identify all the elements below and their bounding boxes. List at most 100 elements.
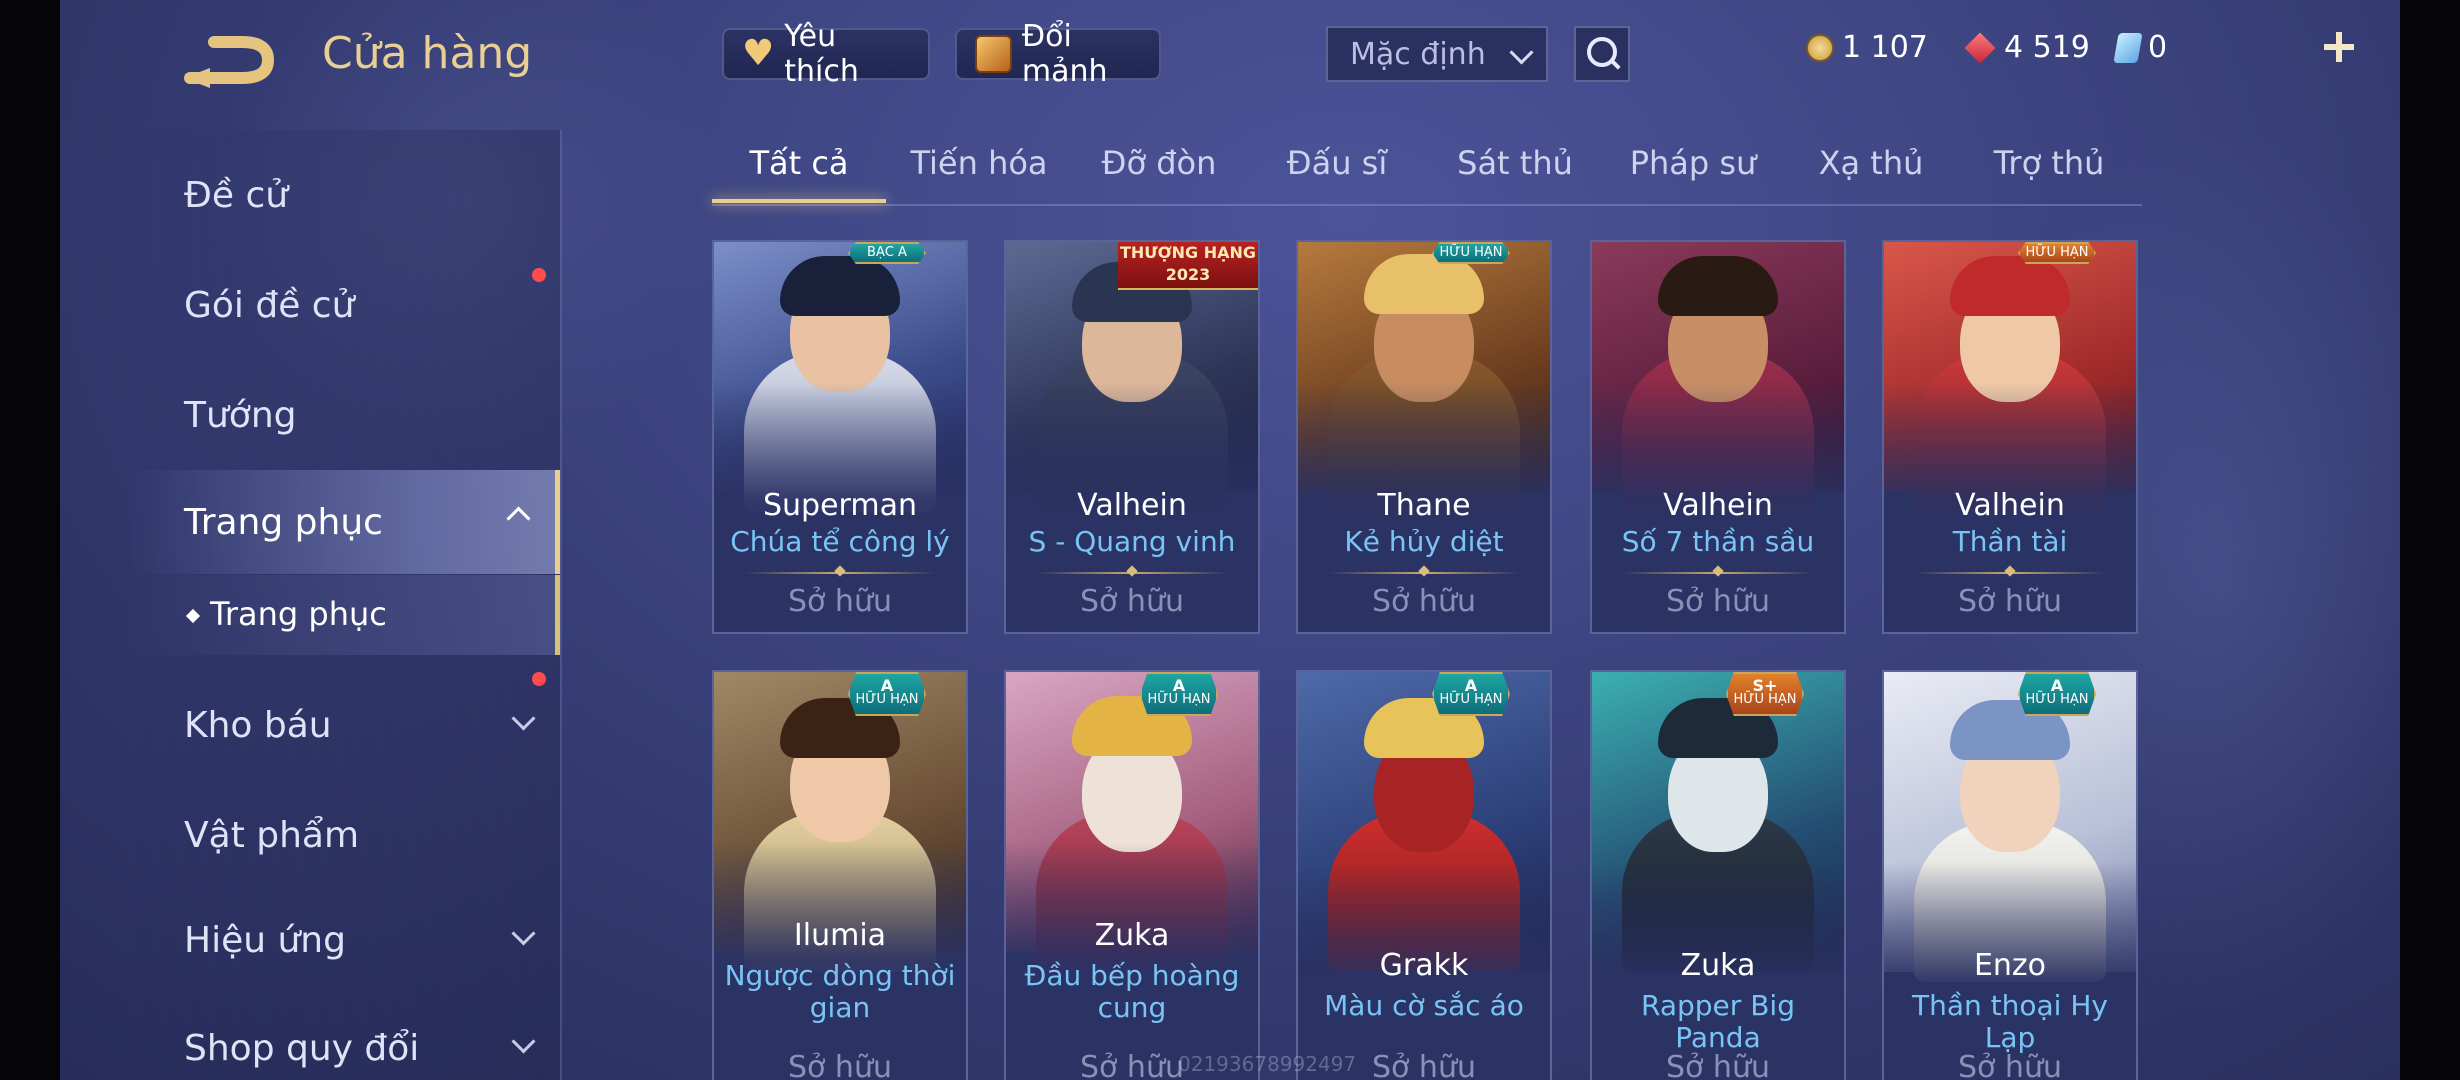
sidebar-item-label: Tướng	[184, 394, 297, 436]
exchange-label: Đổi mảnh	[1021, 19, 1108, 89]
divider	[744, 572, 936, 574]
back-button[interactable]	[180, 30, 280, 90]
shard-chest-icon	[975, 35, 1012, 73]
skin-card[interactable]: THƯỢNG HẠNG 2023 Valhein S - Quang vinh S…	[1004, 240, 1260, 634]
voucher-icon	[2113, 32, 2143, 63]
divider	[1914, 572, 2106, 574]
favorites-button[interactable]: ♥ Yêu thích	[722, 19, 930, 89]
sidebar-item-heroes[interactable]: Tướng	[128, 370, 560, 460]
back-arrow-icon	[184, 36, 275, 88]
tab-evolution[interactable]: Tiến hóa	[892, 144, 1066, 200]
skin-name: Rapper Big Panda	[1641, 989, 1795, 1054]
skin-name: Kẻ hủy diệt	[1344, 525, 1504, 558]
hero-name: Thane	[1377, 488, 1471, 523]
gold-value: 1 107	[1842, 30, 1928, 65]
tab-label: Pháp sư	[1629, 144, 1757, 182]
rarity-badge: A HỮU HẠN	[2018, 672, 2096, 716]
skin-card[interactable]: A HỮU HẠN Zuka Đầu bếp hoàng cung Sở hữu	[1004, 670, 1260, 1080]
notification-dot	[532, 268, 546, 282]
skin-card[interactable]: HỮU HẠN Valhein Thần tài Sở hữu	[1882, 240, 2138, 634]
chevron-down-icon	[511, 921, 536, 946]
hero-name: Zuka	[1094, 918, 1170, 953]
skin-card[interactable]: A HỮU HẠN Ilumia Ngược dòng thời gian Sở …	[712, 670, 968, 1080]
sidebar-item-recommended[interactable]: Đề cử	[128, 150, 560, 240]
top-up-button[interactable]	[2314, 22, 2364, 72]
chevron-up-icon	[506, 506, 531, 531]
heart-icon: ♥	[742, 33, 775, 74]
tab-assassin[interactable]: Sát thủ	[1428, 144, 1602, 200]
hero-name: Ilumia	[793, 918, 887, 953]
tab-label: Xạ thủ	[1818, 144, 1924, 182]
sidebar-item-effects[interactable]: Hiệu ứng	[128, 895, 560, 985]
divider	[1328, 572, 1520, 574]
ruby-balance: 4 519	[1964, 30, 2090, 65]
skin-card[interactable]: A HỮU HẠN Enzo Thần thoại Hy Lạp Sở hữu	[1882, 670, 2138, 1080]
sidebar-item-label: Gói đề cử	[184, 284, 355, 326]
skin-name: Thần thoại Hy Lạp	[1912, 989, 2108, 1054]
tab-label: Trợ thủ	[1993, 144, 2105, 182]
hero-name: Superman	[763, 488, 917, 523]
sidebar-item-label: Kho báu	[184, 704, 332, 746]
owned-status: Sở hữu	[1372, 584, 1476, 619]
screen-bezel-left	[0, 0, 60, 1080]
sidebar-item-exchange-shop[interactable]: Shop quy đổi	[128, 1003, 560, 1080]
sidebar-item-skins[interactable]: Trang phục	[128, 470, 560, 574]
gold-balance: 1 107	[1806, 30, 1928, 65]
skin-card[interactable]: BẠC A Superman Chúa tể công lý Sở hữu	[712, 240, 968, 634]
tab-mage[interactable]: Pháp sư	[1606, 144, 1780, 200]
sidebar-item-recommended-packs[interactable]: Gói đề cử	[128, 260, 560, 350]
premium-ribbon: THƯỢNG HẠNG 2023	[1118, 242, 1258, 290]
rarity-badge: HỮU HẠN	[1432, 242, 1510, 264]
rarity-badge: BẠC A	[848, 242, 926, 264]
divider	[1036, 572, 1228, 574]
owned-status: Sở hữu	[1080, 584, 1184, 619]
hero-name: Zuka	[1680, 948, 1756, 983]
divider	[1622, 572, 1814, 574]
screen-bezel-right	[2400, 0, 2460, 1080]
tab-marksman[interactable]: Xạ thủ	[1784, 144, 1958, 200]
tab-fighter[interactable]: Đấu sĩ	[1250, 144, 1424, 200]
sidebar-item-treasure[interactable]: Kho báu	[128, 672, 560, 770]
sidebar: Đề cử Gói đề cử Tướng Trang phục Trang p…	[128, 130, 562, 1080]
chevron-down-icon	[511, 1029, 536, 1054]
owned-status: Sở hữu	[788, 1050, 892, 1080]
chevron-down-icon	[1509, 40, 1534, 65]
skin-card[interactable]: Valhein Số 7 thần sầu Sở hữu	[1590, 240, 1846, 634]
tab-label: Sát thủ	[1457, 144, 1573, 182]
skin-card[interactable]: A HỮU HẠN Grakk Màu cờ sắc áo Sở hữu	[1296, 670, 1552, 1080]
skin-name: Đầu bếp hoàng cung	[1024, 959, 1240, 1024]
rarity-badge: A HỮU HẠN	[848, 672, 926, 716]
voucher-balance: 0	[2113, 30, 2168, 65]
tab-support[interactable]: Trợ thủ	[1962, 144, 2136, 200]
skin-name: S - Quang vinh	[1028, 525, 1236, 558]
tab-label: Tiến hóa	[910, 144, 1048, 182]
sidebar-item-label: Vật phẩm	[184, 814, 360, 856]
tab-all[interactable]: Tất cả	[712, 144, 886, 203]
skin-name: Ngược dòng thời gian	[724, 959, 956, 1024]
ruby-icon	[1964, 31, 1996, 64]
shop-screen: Cửa hàng ♥ Yêu thích Đổi mảnh Mặc định 1…	[60, 0, 2400, 1080]
ruby-value: 4 519	[2004, 30, 2090, 65]
exchange-shards-button[interactable]: Đổi mảnh	[955, 19, 1161, 89]
sidebar-item-items[interactable]: Vật phẩm	[128, 790, 560, 880]
skin-name: Chúa tể công lý	[730, 525, 950, 558]
tab-label: Tất cả	[749, 144, 849, 182]
sidebar-item-label: Hiệu ứng	[184, 919, 346, 961]
skin-name: Màu cờ sắc áo	[1324, 989, 1524, 1022]
player-id-watermark: 02193678992497	[1178, 1052, 1357, 1076]
hero-name: Valhein	[1077, 488, 1187, 523]
bullet-diamond-icon	[185, 608, 201, 624]
search-button[interactable]	[1574, 26, 1630, 82]
tab-tank[interactable]: Đỡ đòn	[1072, 144, 1246, 200]
hero-name: Valhein	[1663, 488, 1773, 523]
sidebar-item-label: Đề cử	[184, 174, 289, 216]
skin-card[interactable]: HỮU HẠN Thane Kẻ hủy diệt Sở hữu	[1296, 240, 1552, 634]
favorites-label: Yêu thích	[784, 19, 859, 89]
page-title: Cửa hàng	[322, 28, 533, 79]
skin-card[interactable]: S+ HỮU HẠN Zuka Rapper Big Panda Sở hữu	[1590, 670, 1846, 1080]
sort-dropdown[interactable]: Mặc định	[1326, 26, 1548, 82]
active-tab-indicator	[712, 199, 886, 203]
hero-name: Valhein	[1955, 488, 2065, 523]
sidebar-subitem-skins[interactable]: Trang phục	[128, 575, 560, 655]
voucher-value: 0	[2148, 30, 2168, 65]
